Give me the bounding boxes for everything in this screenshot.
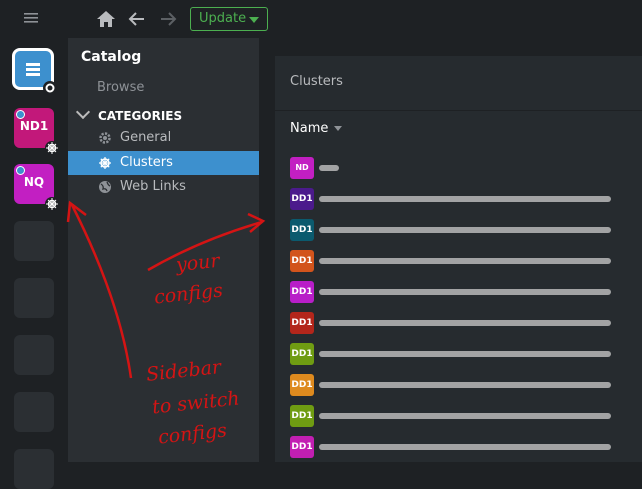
categories-header[interactable]: CATEGORIES — [75, 104, 183, 123]
gear-icon — [43, 81, 57, 95]
hotbar-empty-slot[interactable] — [14, 221, 54, 261]
sidebar-item-label: Web Links — [120, 179, 186, 194]
sidebar-item-browse[interactable]: Browse — [97, 80, 144, 95]
table-row[interactable]: DD1 — [275, 214, 642, 245]
update-button-label: Update — [199, 11, 247, 26]
hotbar-item-catalog[interactable] — [12, 48, 57, 95]
top-bar: Update — [0, 0, 642, 38]
panel-title: Clusters — [290, 74, 343, 89]
globe-icon — [99, 181, 111, 193]
cluster-avatar: DD1 — [290, 188, 314, 210]
update-button[interactable]: Update — [190, 7, 268, 31]
table-row[interactable]: DD1 — [275, 400, 642, 431]
categories-label: CATEGORIES — [98, 109, 183, 123]
cluster-name-redacted — [319, 382, 611, 388]
helm-icon — [45, 197, 59, 211]
panel-header: Clusters — [275, 56, 642, 111]
clusters-panel: Clusters Name ND NDS DD1 DD1 DD1 DD1 DD1 DD1 DD1… — [275, 56, 642, 462]
cluster-avatar: DD1 — [290, 343, 314, 365]
hotbar-item-nq[interactable]: NQ — [14, 164, 59, 211]
table-row[interactable]: DD1 — [275, 338, 642, 369]
table-row[interactable]: DD1 — [275, 245, 642, 276]
chevron-down-icon — [249, 17, 259, 23]
cluster-name: NDS — [321, 152, 323, 153]
hotbar-empty-slot[interactable] — [14, 392, 54, 432]
helm-icon — [99, 157, 111, 169]
status-dot — [16, 110, 25, 119]
hotbar-item-label: NQ — [23, 175, 45, 189]
cluster-avatar: DD1 — [290, 281, 314, 303]
cluster-avatar: DD1 — [290, 312, 314, 334]
sidebar-title: Catalog — [81, 49, 142, 65]
cluster-name-redacted — [319, 444, 611, 450]
cluster-avatar: DD1 — [290, 436, 314, 458]
hotbar-item-nd1[interactable]: ND1 — [14, 108, 59, 155]
helm-icon — [45, 141, 59, 155]
table-row[interactable]: ND NDS — [275, 152, 642, 183]
cluster-avatar: ND — [290, 157, 314, 179]
sidebar-item-label: General — [120, 130, 172, 145]
back-arrow-icon[interactable] — [127, 9, 147, 29]
table-row[interactable]: DD1 — [275, 183, 642, 214]
cluster-avatar: DD1 — [290, 405, 314, 427]
cluster-name-redacted — [319, 320, 611, 326]
hotbar: ND1 NQ — [0, 38, 68, 489]
sidebar-item-general[interactable]: General — [68, 126, 259, 150]
cluster-name-redacted — [319, 196, 611, 202]
cluster-name-redacted — [319, 289, 611, 295]
forward-arrow-icon[interactable] — [158, 9, 178, 29]
main-content: Clusters Name ND NDS DD1 DD1 DD1 DD1 DD1 DD1 DD1… — [259, 38, 642, 462]
cluster-name-redacted — [319, 351, 611, 357]
cluster-avatar: DD1 — [290, 219, 314, 241]
chevron-down-icon — [75, 104, 91, 120]
catalog-icon — [26, 63, 40, 76]
table-row[interactable]: DD1 — [275, 369, 642, 400]
column-header-label: Name — [290, 121, 329, 136]
sidebar-item-clusters[interactable]: Clusters — [68, 151, 259, 175]
cluster-name-redacted — [319, 413, 611, 419]
catalog-sidebar: Catalog Browse CATEGORIES General Cluste… — [68, 38, 259, 462]
cluster-name-redacted — [319, 227, 611, 233]
menu-icon[interactable] — [24, 12, 38, 24]
sidebar-item-web-links[interactable]: Web Links — [68, 175, 259, 199]
table-row[interactable]: DD1 — [275, 431, 642, 462]
cluster-avatar: DD1 — [290, 374, 314, 396]
home-icon[interactable] — [96, 9, 116, 29]
table-row[interactable]: DD1 — [275, 276, 642, 307]
cluster-avatar: DD1 — [290, 250, 314, 272]
cluster-name-redacted — [319, 258, 611, 264]
hotbar-empty-slot[interactable] — [14, 449, 54, 489]
table-row[interactable]: DD1 — [275, 307, 642, 338]
sort-arrow-icon — [334, 126, 343, 131]
sidebar-item-label: Clusters — [120, 155, 173, 170]
hotbar-empty-slot[interactable] — [14, 278, 54, 318]
cluster-name-redacted — [319, 165, 339, 171]
column-header-name[interactable]: Name — [290, 121, 343, 136]
hotbar-empty-slot[interactable] — [14, 335, 54, 375]
status-dot — [16, 166, 25, 175]
hotbar-item-label: ND1 — [19, 119, 49, 133]
gear-icon — [99, 132, 111, 144]
